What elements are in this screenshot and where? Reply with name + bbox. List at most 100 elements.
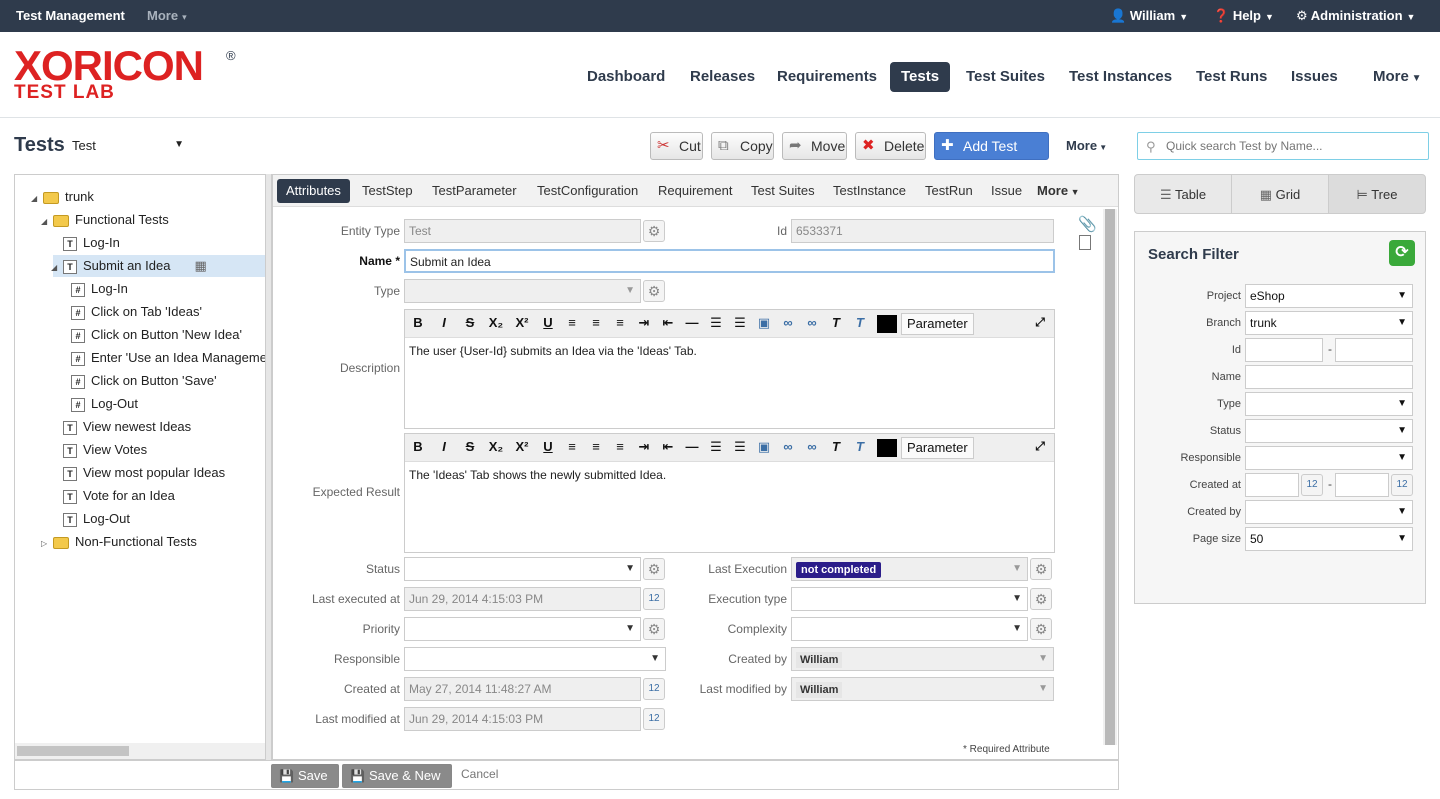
tree-node-step[interactable]: # Enter 'Use an Idea Management' — [71, 347, 265, 369]
horizontal-rule-icon[interactable]: — — [683, 315, 701, 330]
app-title[interactable]: Test Management — [16, 0, 125, 32]
tree-node-step[interactable]: # Log-Out — [71, 393, 138, 415]
align-right-icon[interactable]: ≡ — [611, 315, 629, 330]
strikethrough-icon[interactable]: S — [461, 439, 479, 454]
tab-testconfiguration[interactable]: TestConfiguration — [528, 179, 647, 203]
align-left-icon[interactable]: ≡ — [563, 439, 581, 454]
tree-node-step[interactable]: # Log-In — [71, 278, 128, 300]
nav-tests[interactable]: Tests — [890, 62, 951, 92]
subscript-icon[interactable]: X₂ — [487, 315, 505, 330]
filter-project-select[interactable]: eShop ▼ — [1245, 284, 1413, 308]
nav-requirements[interactable]: Requirements — [766, 62, 888, 92]
tab-testinstance[interactable]: TestInstance — [824, 179, 915, 203]
description-text[interactable]: The user {User-Id} submits an Idea via t… — [405, 338, 1054, 364]
tree-node-test[interactable]: T Log-Out — [63, 508, 130, 530]
link-icon[interactable]: ∞ — [779, 315, 797, 330]
gear-icon[interactable]: ⚙ — [1030, 558, 1052, 580]
tree-hscroll-thumb[interactable] — [17, 746, 129, 756]
tree-node-step[interactable]: # Click on Button 'New Idea' — [71, 324, 242, 346]
nav-more[interactable]: More ▼ — [1362, 62, 1433, 92]
name-input[interactable]: Submit an Idea — [404, 249, 1055, 273]
tab-teststep[interactable]: TestStep — [353, 179, 422, 203]
execution-type-select[interactable]: ▼ — [791, 587, 1028, 611]
type-select[interactable]: ▼ — [404, 279, 641, 303]
underline-icon[interactable]: U — [539, 439, 557, 454]
gear-icon[interactable]: ⚙ — [1030, 588, 1052, 610]
nav-test-suites[interactable]: Test Suites — [955, 62, 1056, 92]
image-icon[interactable]: ▣ — [755, 439, 773, 455]
indent-icon[interactable]: ⇥ — [635, 315, 653, 331]
form-scrollbar-thumb[interactable] — [1105, 209, 1115, 745]
form-scrollbar[interactable] — [1103, 209, 1117, 745]
quick-search-input[interactable] — [1137, 132, 1429, 160]
tree-node-selected-test[interactable]: ◢ T Submit an Idea ▦ — [51, 255, 207, 277]
tree-node-functional-tests[interactable]: ◢ Functional Tests — [41, 209, 169, 231]
align-left-icon[interactable]: ≡ — [563, 315, 581, 330]
delete-button[interactable]: ✖ Delete — [855, 132, 926, 160]
remove-format-icon[interactable]: T — [851, 315, 869, 330]
unlink-icon[interactable]: ∞ — [803, 315, 821, 330]
tree-node-test[interactable]: T View Votes — [63, 439, 147, 461]
top-more-menu[interactable]: More ▾ — [147, 0, 187, 32]
filter-created-from-input[interactable] — [1245, 473, 1299, 497]
save-button[interactable]: 💾 Save — [271, 764, 339, 788]
subscript-icon[interactable]: X₂ — [487, 439, 505, 454]
save-new-button[interactable]: 💾 Save & New — [342, 764, 452, 788]
cancel-link[interactable]: Cancel — [461, 767, 498, 781]
parameter-button[interactable]: Parameter — [901, 313, 974, 335]
text-color-icon[interactable] — [877, 439, 897, 457]
tree-node-trunk[interactable]: ◢ trunk — [31, 186, 94, 208]
filter-name-input[interactable] — [1245, 365, 1413, 389]
expand-icon[interactable]: ▷ — [41, 533, 51, 555]
nav-test-instances[interactable]: Test Instances — [1058, 62, 1183, 92]
refresh-icon[interactable]: ⟳ — [1389, 240, 1415, 266]
text-color-icon[interactable] — [877, 315, 897, 333]
entity-select[interactable]: Test ▼ — [72, 138, 184, 153]
tab-attributes[interactable]: Attributes — [277, 179, 350, 203]
view-grid-button[interactable]: ▦ Grid — [1231, 174, 1329, 214]
maximize-icon[interactable]: ⤢ — [1031, 439, 1049, 454]
indent-icon[interactable]: ⇥ — [635, 439, 653, 455]
tab-testrun[interactable]: TestRun — [916, 179, 982, 203]
move-button[interactable]: ➦ Move — [782, 132, 847, 160]
gear-icon[interactable]: ⚙ — [643, 280, 665, 302]
description-editor[interactable]: B I S X₂ X² U ≡ ≡ ≡ ⇥ ⇤ — ☰ ☰ ▣ ∞ ∞ T T … — [404, 309, 1055, 429]
tree-node-test[interactable]: T View most popular Ideas — [63, 462, 225, 484]
superscript-icon[interactable]: X² — [513, 315, 531, 330]
complexity-select[interactable]: ▼ — [791, 617, 1028, 641]
nav-issues[interactable]: Issues — [1280, 62, 1349, 92]
tree-node-step[interactable]: # Click on Button 'Save' — [71, 370, 217, 392]
document-icon[interactable] — [1079, 235, 1091, 250]
calendar-icon[interactable]: 12 — [643, 708, 665, 730]
numbered-list-icon[interactable]: ☰ — [707, 439, 725, 455]
priority-select[interactable]: ▼ — [404, 617, 641, 641]
nav-releases[interactable]: Releases — [679, 62, 766, 92]
unlink-icon[interactable]: ∞ — [803, 439, 821, 454]
copy-button[interactable]: ⧉ Copy — [711, 132, 774, 160]
help-menu[interactable]: ❓ Help ▼ — [1213, 0, 1274, 32]
italic-icon[interactable]: I — [435, 315, 453, 330]
link-icon[interactable]: ∞ — [779, 439, 797, 454]
tab-test-suites[interactable]: Test Suites — [742, 179, 824, 203]
filter-created-to-input[interactable] — [1335, 473, 1389, 497]
nav-dashboard[interactable]: Dashboard — [576, 62, 676, 92]
filter-page-size-select[interactable]: 50 ▼ — [1245, 527, 1413, 551]
filter-created-by-select[interactable]: ▼ — [1245, 500, 1413, 524]
calendar-icon[interactable]: 12 — [1301, 474, 1323, 496]
administration-menu[interactable]: ⚙ Administration ▼ — [1296, 0, 1415, 32]
filter-id-from-input[interactable] — [1245, 338, 1323, 362]
toolbar-more-menu[interactable]: More ▼ — [1066, 138, 1107, 153]
tree-node-test[interactable]: T Log-In — [63, 232, 120, 254]
align-center-icon[interactable]: ≡ — [587, 315, 605, 330]
horizontal-rule-icon[interactable]: — — [683, 439, 701, 454]
responsible-select[interactable]: ▼ — [404, 647, 666, 671]
gear-icon[interactable]: ⚙ — [1030, 618, 1052, 640]
tree-node-test[interactable]: T Vote for an Idea — [63, 485, 175, 507]
tree-node-test[interactable]: T View newest Ideas — [63, 416, 191, 438]
align-center-icon[interactable]: ≡ — [587, 439, 605, 454]
collapse-icon[interactable]: ◢ — [51, 257, 61, 279]
add-test-step-button[interactable]: ✚ Add Test Step — [934, 132, 1049, 180]
collapse-icon[interactable]: ◢ — [41, 211, 51, 233]
filter-branch-select[interactable]: trunk ▼ — [1245, 311, 1413, 335]
paperclip-icon[interactable]: 📎 — [1078, 215, 1097, 233]
